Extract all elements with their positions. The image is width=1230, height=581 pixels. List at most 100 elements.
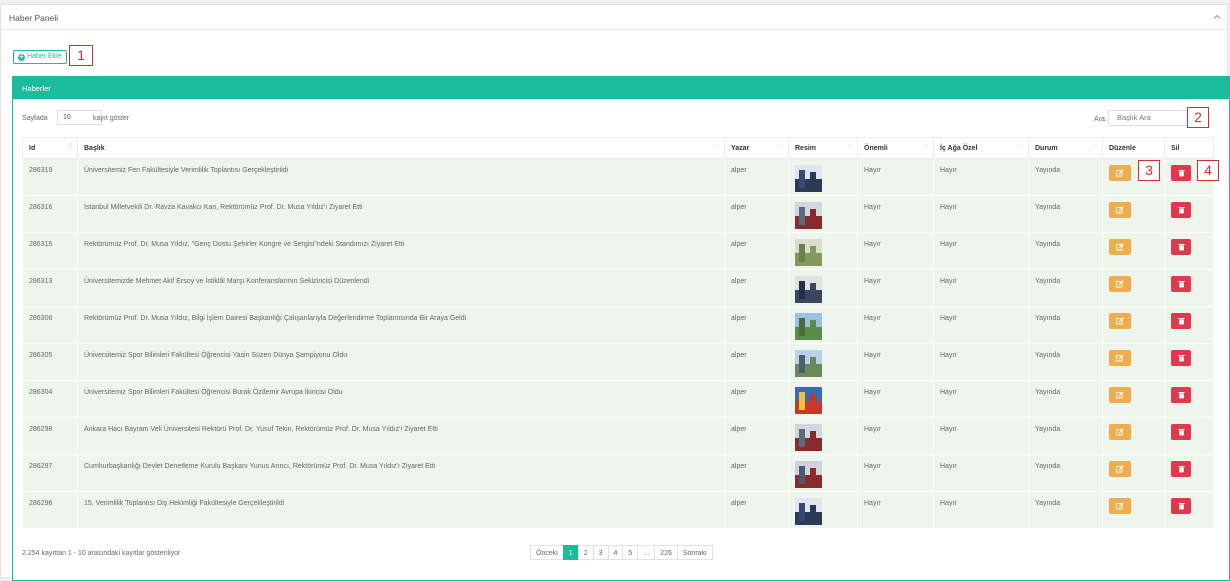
cell-internal: Hayır [933,158,1029,196]
cell-internal: Hayır [933,343,1029,381]
edit-icon [1116,169,1124,177]
edit-button[interactable] [1109,202,1131,218]
column-header-image[interactable]: Resim ↓↑ [788,137,858,159]
chevron-up-icon[interactable] [1213,13,1221,21]
edit-button[interactable] [1109,165,1131,181]
column-header-internal[interactable]: İç Ağa Özel ↓↑ [933,137,1029,159]
edit-icon [1116,428,1124,436]
cell-status: Yayında [1028,269,1103,307]
cell-image [788,195,858,233]
table-header-row: Id ↓F Başlık ↓↑ Yazar ↓↑ Resim ↓↑ Önemli ↓↑ İ… [22,137,1214,159]
news-thumbnail[interactable] [795,165,822,192]
edit-button[interactable] [1109,350,1131,366]
edit-button[interactable] [1109,239,1131,255]
delete-button[interactable] [1171,276,1191,292]
table-row: 286298 Ankara Hacı Bayram Veli Üniversite… [22,417,1214,455]
cell-title: Üniversitemiz Fen Fakültesiyle Verimlili… [77,158,725,196]
news-thumbnail[interactable] [795,313,822,340]
edit-button[interactable] [1109,461,1131,477]
news-thumbnail[interactable] [795,424,822,451]
cell-author: alper [724,343,789,381]
table-row: 286306 Rektörümüz Prof. Dr. Musa Yıldız, … [22,306,1214,344]
delete-button[interactable] [1171,350,1191,366]
cell-image [788,232,858,270]
cell-status: Yayında [1028,158,1103,196]
pagination-previous[interactable]: Önceki [530,545,564,560]
news-thumbnail[interactable] [795,202,822,229]
plus-circle-icon: + [18,53,25,61]
cell-id: 286298 [22,417,78,455]
cell-id: 286296 [22,491,78,529]
news-thumbnail[interactable] [795,387,822,414]
pagination-page[interactable]: 4 [607,545,624,560]
edit-button[interactable] [1109,313,1131,329]
cell-delete [1164,380,1214,418]
column-label: İç Ağa Özel [940,144,978,152]
cell-edit [1102,269,1165,307]
cell-author: alper [724,232,789,270]
table-row: 286315 Rektörümüz Prof. Dr. Musa Yıldız, … [22,232,1214,270]
pagination-page[interactable]: 226 [654,545,678,560]
edit-button[interactable] [1109,498,1131,514]
panel-title: Haber Paneli [9,13,59,23]
column-header-title[interactable]: Başlık ↓↑ [77,137,725,159]
cell-status: Yayında [1028,380,1103,418]
cell-author: alper [724,491,789,529]
delete-button[interactable] [1171,461,1191,477]
cell-edit [1102,306,1165,344]
cell-title: Rektörümüz Prof. Dr. Musa Yıldız, Bilgi … [77,306,725,344]
cell-important: Hayır [857,417,934,455]
cell-important: Hayır [857,195,934,233]
news-thumbnail[interactable] [795,498,822,525]
column-label: Sil [1171,144,1180,152]
sort-icon: ↓↑ [1018,144,1024,150]
pagination-page[interactable]: 2 [577,545,594,560]
edit-icon [1116,502,1124,510]
trash-icon [1178,355,1184,362]
column-header-status[interactable]: Durum ↓↑ [1028,137,1103,159]
edit-button[interactable] [1109,387,1131,403]
pagination-next[interactable]: Sonraki [676,545,713,560]
cell-id: 286306 [22,306,78,344]
news-thumbnail[interactable] [795,461,822,488]
cell-internal: Hayır [933,491,1029,529]
edit-button[interactable] [1109,424,1131,440]
table-row: 286296 15. Verimlilik Toplantısı Diş Heki… [22,491,1214,529]
column-header-author[interactable]: Yazar ↓↑ [724,137,789,159]
column-header-edit: Düzenle [1102,137,1165,159]
cell-status: Yayında [1028,232,1103,270]
column-header-delete: Sil [1164,137,1214,159]
pagination-page[interactable]: 3 [592,545,609,560]
delete-button[interactable] [1171,498,1191,514]
delete-button[interactable] [1171,387,1191,403]
panel-header: Haber Paneli [1,5,1227,30]
news-thumbnail[interactable] [795,276,822,303]
delete-button[interactable] [1171,239,1191,255]
trash-icon [1178,207,1184,214]
cell-internal: Hayır [933,269,1029,307]
delete-button[interactable] [1171,202,1191,218]
trash-icon [1178,244,1184,251]
delete-button[interactable] [1171,424,1191,440]
cell-important: Hayır [857,306,934,344]
cell-title: Ankara Hacı Bayram Veli Üniversitesi Rek… [77,417,725,455]
delete-button[interactable] [1171,313,1191,329]
column-header-id[interactable]: Id ↓F [22,137,78,159]
sort-icon: ↓F [66,144,73,150]
cell-image [788,417,858,455]
edit-button[interactable] [1109,276,1131,292]
search-input[interactable]: Başlık Ara [1108,110,1194,126]
cell-important: Hayır [857,269,934,307]
pagination-page[interactable]: 1 [562,545,579,560]
news-thumbnail[interactable] [795,350,822,377]
delete-button[interactable] [1171,165,1191,181]
add-news-button[interactable]: + Haber Ekle [13,50,67,64]
annotation-1: 1 [69,45,93,66]
column-header-important[interactable]: Önemli ↓↑ [857,137,934,159]
news-thumbnail[interactable] [795,239,822,266]
cell-edit [1102,232,1165,270]
pagination-page[interactable]: 5 [622,545,639,560]
cell-id: 286304 [22,380,78,418]
cell-id: 286315 [22,232,78,270]
trash-icon [1178,392,1184,399]
